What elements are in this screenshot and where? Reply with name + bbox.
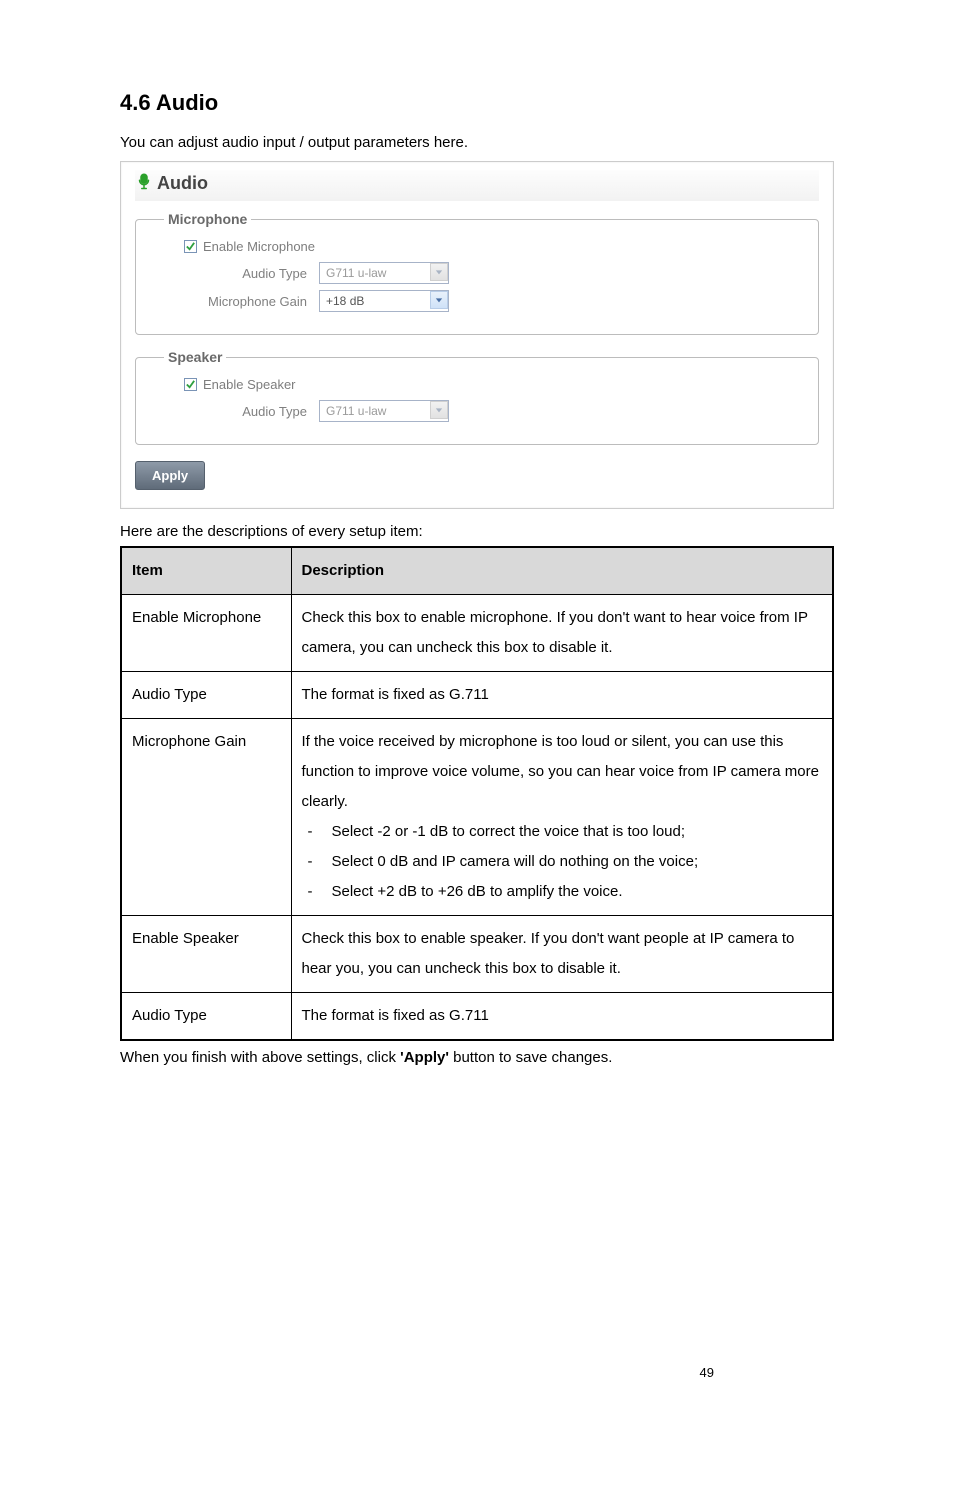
mic-audio-type-label: Audio Type [164,266,319,281]
mic-gain-bullets: Select -2 or -1 dB to correct the voice … [302,817,823,907]
speaker-group: Speaker Enable Speaker Audio Type G711 u… [135,349,819,445]
enable-microphone-label: Enable Microphone [203,239,315,254]
cell-item: Audio Type [121,993,291,1041]
enable-speaker-label: Enable Speaker [203,377,296,392]
speaker-legend: Speaker [164,349,226,365]
enable-microphone-row[interactable]: Enable Microphone [164,239,800,254]
apply-button[interactable]: Apply [135,461,205,490]
spk-audio-type-row: Audio Type G711 u-law [164,400,800,422]
mic-audio-type-row: Audio Type G711 u-law [164,262,800,284]
mic-gain-label: Microphone Gain [164,294,319,309]
footer-note: When you finish with above settings, cli… [120,1049,834,1066]
cell-item: Enable Microphone [121,595,291,672]
table-row: Enable Speaker Check this box to enable … [121,916,833,993]
audio-icon [135,172,153,195]
spk-audio-type-select[interactable]: G711 u-law [319,400,449,422]
microphone-legend: Microphone [164,211,251,227]
cell-desc: The format is fixed as G.711 [291,672,833,719]
list-item: Select 0 dB and IP camera will do nothin… [302,847,823,877]
footer-bold: 'Apply' [400,1049,449,1066]
panel-title-text: Audio [157,173,208,194]
section-heading: 4.6 Audio [120,90,834,116]
mic-gain-row: Microphone Gain +18 dB [164,290,800,312]
th-item: Item [121,547,291,595]
cell-desc: The format is fixed as G.711 [291,993,833,1041]
th-desc: Description [291,547,833,595]
chevron-down-icon[interactable] [430,291,448,309]
cell-desc: Check this box to enable speaker. If you… [291,916,833,993]
intro-text: You can adjust audio input / output para… [120,134,834,151]
description-table: Item Description Enable Microphone Check… [120,546,834,1041]
microphone-group: Microphone Enable Microphone Audio Type … [135,211,819,335]
cell-item: Microphone Gain [121,719,291,916]
footer-pre: When you finish with above settings, cli… [120,1049,400,1066]
list-item: Select -2 or -1 dB to correct the voice … [302,817,823,847]
cell-desc: Check this box to enable microphone. If … [291,595,833,672]
enable-microphone-checkbox[interactable] [184,240,197,253]
table-row: Audio Type The format is fixed as G.711 [121,672,833,719]
table-row: Audio Type The format is fixed as G.711 [121,993,833,1041]
cell-desc: If the voice received by microphone is t… [291,719,833,916]
descriptions-lead: Here are the descriptions of every setup… [120,523,834,540]
table-row: Microphone Gain If the voice received by… [121,719,833,916]
spk-audio-type-label: Audio Type [164,404,319,419]
page-number: 49 [700,1365,714,1380]
footer-post: button to save changes. [449,1049,612,1066]
mic-gain-select[interactable]: +18 dB [319,290,449,312]
mic-audio-type-select[interactable]: G711 u-law [319,262,449,284]
enable-speaker-row[interactable]: Enable Speaker [164,377,800,392]
table-row: Enable Microphone Check this box to enab… [121,595,833,672]
audio-panel: Audio Microphone Enable Microphone Audio… [120,161,834,509]
chevron-down-icon [430,401,448,419]
chevron-down-icon [430,263,448,281]
panel-title-bar: Audio [135,170,819,201]
mic-gain-desc-intro: If the voice received by microphone is t… [302,733,819,810]
enable-speaker-checkbox[interactable] [184,378,197,391]
list-item: Select +2 dB to +26 dB to amplify the vo… [302,877,823,907]
cell-item: Enable Speaker [121,916,291,993]
cell-item: Audio Type [121,672,291,719]
